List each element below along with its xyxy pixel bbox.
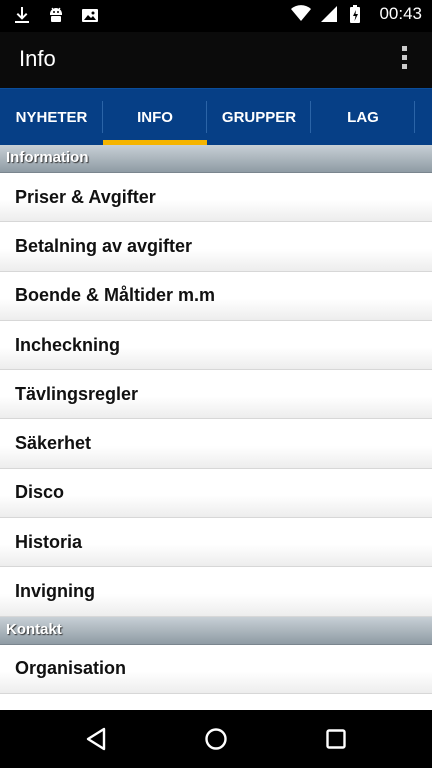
list-item-disco[interactable]: Disco [0,468,432,519]
tab-label: GRUPPER [221,109,297,126]
tab-lag[interactable]: LAG [311,89,415,146]
tab-nyheter[interactable]: NYHETER [0,89,103,146]
tab-grupper[interactable]: GRUPPER [207,89,311,146]
download-icon [15,7,29,23]
status-time: 00:43 [379,4,422,23]
list-item-partial[interactable] [0,693,432,710]
tab-bar: NYHETER INFO GRUPPER LAG [0,88,432,146]
section-header-kontakt: Kontakt [0,616,432,645]
list-item-priser-avgifter[interactable]: Priser & Avgifter [0,173,432,223]
tab-label: INFO [137,109,173,126]
back-icon[interactable] [66,710,126,768]
photo-icon [82,9,98,22]
wifi-icon [291,5,312,21]
list-item-incheckning[interactable]: Incheckning [0,320,432,371]
status-bar: 00:43 [0,0,432,32]
tab-info[interactable]: INFO [103,89,207,146]
app-bar: Info [0,32,432,88]
system-nav-bar [0,710,432,768]
signal-icon [321,6,338,22]
home-icon[interactable] [186,710,246,768]
list-item-boende[interactable]: Boende & Måltider m.m [0,271,432,321]
section-header-information: Information [0,145,432,173]
page-title: Info [19,46,56,71]
info-list[interactable]: Information Priser & Avgifter Betalning … [0,145,432,710]
list-item-tavlingsregler[interactable]: Tävlingsregler [0,370,432,420]
list-item-organisation[interactable]: Organisation [0,644,432,694]
battery-charging-icon [350,5,361,23]
list-item-historia[interactable]: Historia [0,518,432,568]
tab-label: LAG [347,109,379,126]
more-vert-icon[interactable] [400,46,408,74]
android-icon [50,7,62,22]
list-item-invigning[interactable]: Invigning [0,567,432,617]
recents-icon[interactable] [306,710,366,768]
list-item-betalning[interactable]: Betalning av avgifter [0,222,432,272]
list-item-sakerhet[interactable]: Säkerhet [0,419,432,469]
tab-label: NYHETER [15,109,88,126]
